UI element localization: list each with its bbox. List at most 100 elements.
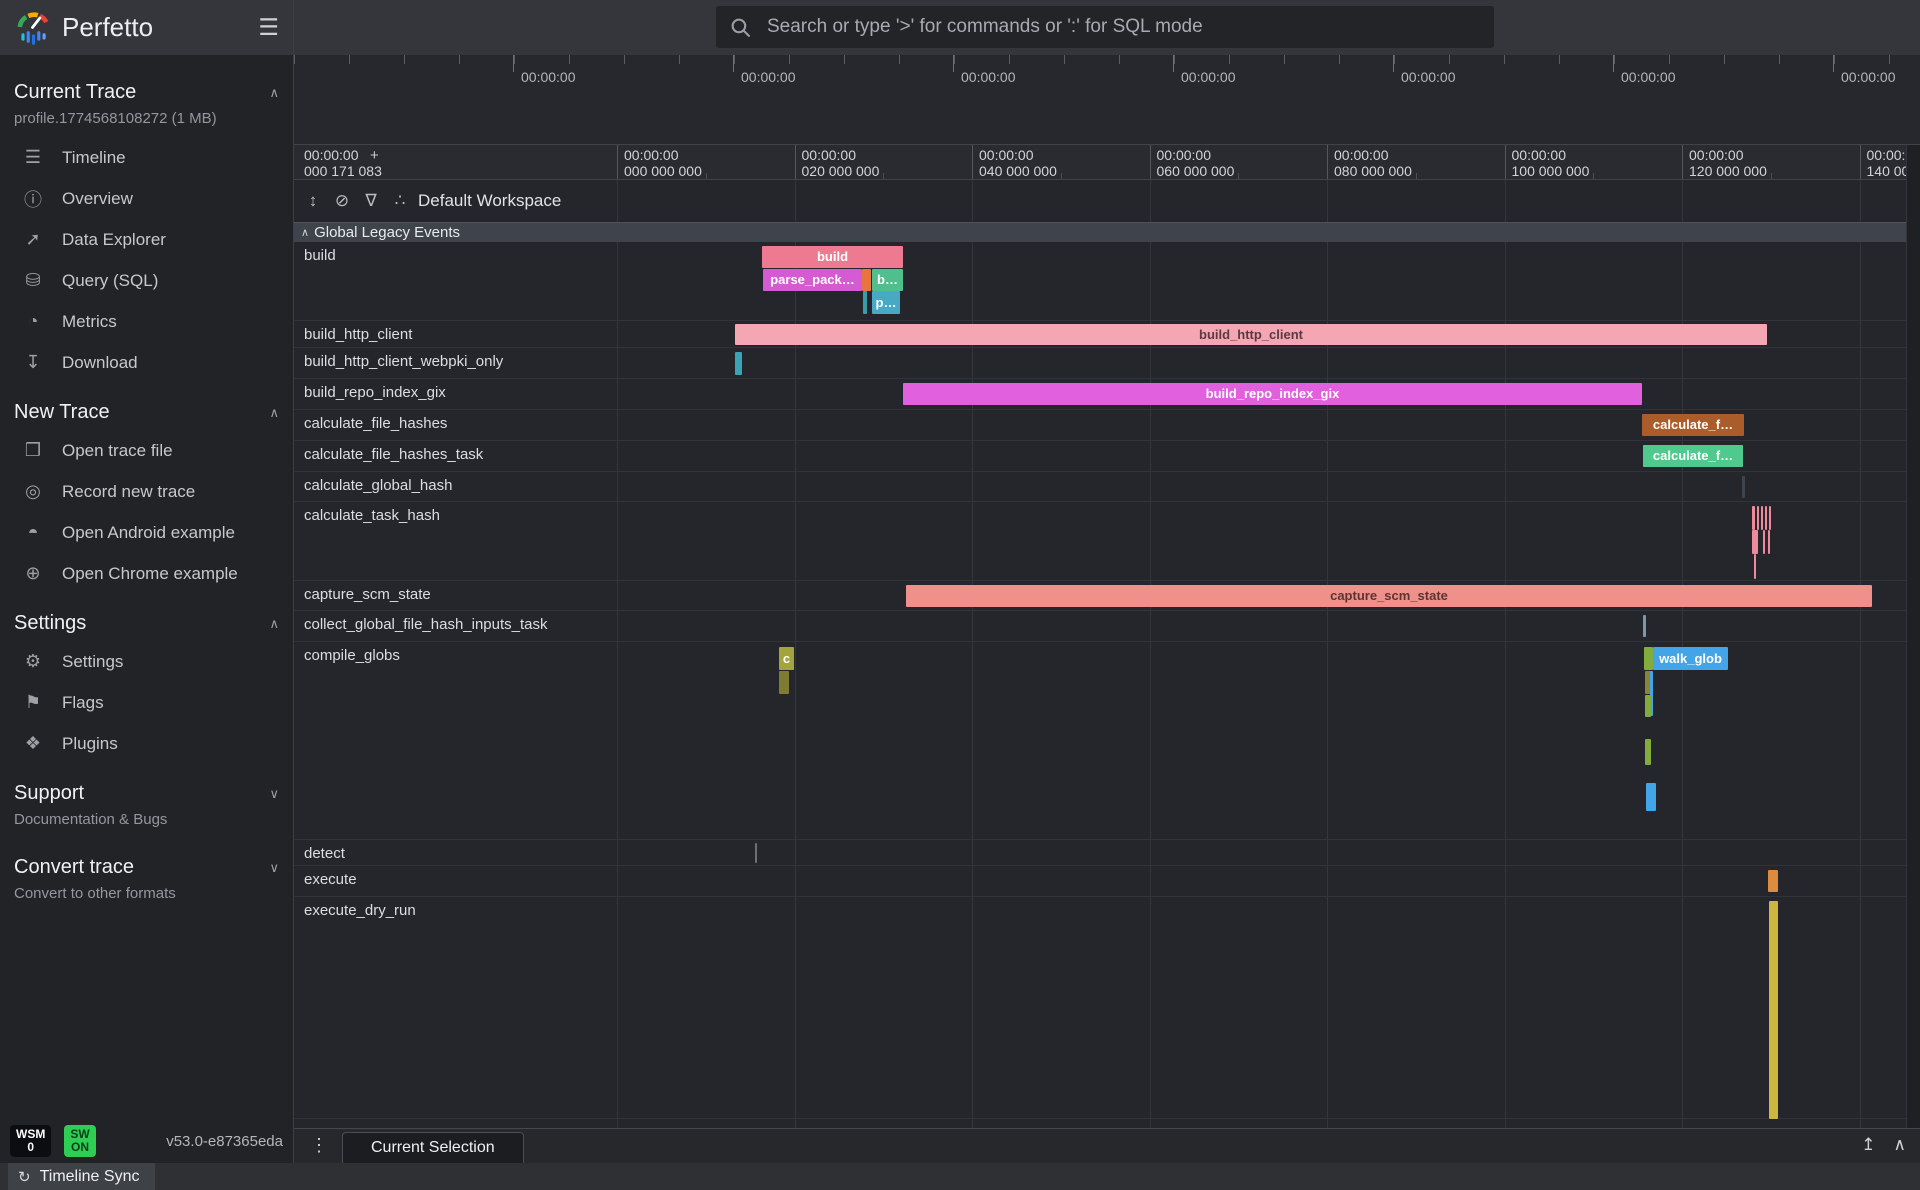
vertical-scrollbar[interactable] <box>1906 145 1920 1128</box>
slice-build_http_client[interactable]: build_http_client <box>735 324 1767 345</box>
plugin-icon: ❖ <box>20 733 46 754</box>
pin-panel-up-icon[interactable]: ↥ <box>1861 1135 1875 1155</box>
compress-tracks-icon[interactable]: ↕ <box>303 191 323 211</box>
wsm-badge[interactable]: WSM0 <box>10 1125 51 1157</box>
search-placeholder: Search or type '>' for commands or ':' f… <box>767 16 1203 38</box>
sidebar-item-open-android-example[interactable]: ◓ Open Android example <box>14 512 279 553</box>
sidebar-item-query-sql-[interactable]: ⛁ Query (SQL) <box>14 260 279 301</box>
slice[interactable] <box>1645 695 1651 717</box>
slice[interactable] <box>1644 647 1653 670</box>
track-row-build_http_client_webpki_only[interactable]: build_http_client_webpki_only <box>294 348 1906 379</box>
slice[interactable] <box>1754 554 1756 579</box>
metrics-gauge-icon: ◔ <box>20 311 46 332</box>
panel-menu-kebab-icon[interactable]: ⋮ <box>310 1135 328 1156</box>
slice[interactable] <box>863 291 867 314</box>
section-heading[interactable]: Convert trace ∨ <box>14 856 279 879</box>
sidebar-item-flags[interactable]: ⚑ Flags <box>14 682 279 723</box>
workspace-label[interactable]: Default Workspace <box>418 191 561 211</box>
track-row-compile_globs[interactable]: compile_globscwalk_glob <box>294 642 1906 840</box>
slice-build_repo_index_gix[interactable]: build_repo_index_gix <box>903 383 1642 405</box>
overview-minimap[interactable]: 00:00:0000:00:0000:00:0000:00:0000:00:00… <box>294 55 1920 145</box>
slice[interactable] <box>1763 530 1765 554</box>
zoom-plus-button[interactable]: + <box>370 147 379 164</box>
section-chevron-icon[interactable]: ∧ <box>269 405 279 421</box>
sidebar-item-open-chrome-example[interactable]: ⊕ Open Chrome example <box>14 553 279 594</box>
track-group-header[interactable]: ∧ Global Legacy Events <box>294 222 1920 242</box>
slice[interactable] <box>1752 506 1755 530</box>
sidebar-item-metrics[interactable]: ◔ Metrics <box>14 301 279 342</box>
sidebar-item-plugins[interactable]: ❖ Plugins <box>14 723 279 764</box>
slice[interactable] <box>1768 870 1778 892</box>
section-chevron-icon[interactable]: ∧ <box>269 616 279 632</box>
track-row-execute[interactable]: execute <box>294 866 1906 897</box>
slice[interactable] <box>779 671 789 694</box>
expand-panel-icon[interactable]: ∧ <box>1894 1135 1906 1155</box>
overview-info-icon: ⓘ <box>20 186 46 212</box>
sidebar-item-settings[interactable]: ⚙ Settings <box>14 641 279 682</box>
minimap-minor-tick <box>624 55 625 64</box>
sidebar-item-record-new-trace[interactable]: ◎ Record new trace <box>14 471 279 512</box>
slice[interactable] <box>1765 506 1767 530</box>
track-row-calculate_task_hash[interactable]: calculate_task_hash <box>294 502 1906 581</box>
minimap-minor-tick <box>404 55 405 64</box>
slice[interactable] <box>1752 530 1758 554</box>
slice-calculate_f[interactable]: calculate_f… <box>1642 414 1744 436</box>
workspace-icon[interactable]: ∴ <box>390 191 410 211</box>
sidebar-item-open-trace-file[interactable]: ❒ Open trace file <box>14 430 279 471</box>
slice[interactable] <box>1757 506 1759 530</box>
slice-p[interactable]: p… <box>872 291 900 314</box>
sidebar-item-data-explorer[interactable]: ➚ Data Explorer <box>14 219 279 260</box>
sidebar-item-timeline[interactable]: ☰ Timeline <box>14 137 279 178</box>
minimap-time-label: 00:00:00 <box>741 69 796 85</box>
slice-build[interactable]: build <box>762 246 903 268</box>
track-row-calculate_global_hash[interactable]: calculate_global_hash <box>294 472 1906 502</box>
track-row-execute_dry_run[interactable]: execute_dry_run <box>294 897 1906 1119</box>
slice-parse_pack[interactable]: parse_pack… <box>763 269 862 291</box>
sidebar-item-download[interactable]: ↧ Download <box>14 342 279 383</box>
sw-on-badge[interactable]: SWON <box>64 1125 95 1157</box>
section-chevron-icon[interactable]: ∧ <box>269 85 279 101</box>
track-row-build_http_client[interactable]: build_http_clientbuild_http_client <box>294 321 1906 348</box>
slice[interactable] <box>1646 783 1656 811</box>
track-row-capture_scm_state[interactable]: capture_scm_statecapture_scm_state <box>294 581 1906 611</box>
slice-b[interactable]: b… <box>872 269 903 291</box>
track-row-calculate_file_hashes[interactable]: calculate_file_hashescalculate_f… <box>294 410 1906 441</box>
track-row-detect[interactable]: detect <box>294 840 1906 866</box>
section-heading[interactable]: Settings ∧ <box>14 612 279 635</box>
timeline-sync-button[interactable]: ↻ Timeline Sync <box>8 1163 155 1190</box>
section-heading[interactable]: Support ∨ <box>14 782 279 805</box>
tab-current-selection[interactable]: Current Selection <box>342 1132 524 1163</box>
section-heading[interactable]: New Trace ∧ <box>14 401 279 424</box>
minimap-time-label: 00:00:00 <box>1401 69 1456 85</box>
track-row-calculate_file_hashes_task[interactable]: calculate_file_hashes_taskcalculate_f… <box>294 441 1906 472</box>
slice-c[interactable]: c <box>779 647 794 670</box>
sidebar-item-overview[interactable]: ⓘ Overview <box>14 178 279 219</box>
track-row-build[interactable]: buildbuildparse_pack…b…p… <box>294 242 1906 321</box>
slice[interactable] <box>1768 530 1770 554</box>
slice[interactable] <box>1645 739 1651 765</box>
search-input[interactable]: Search or type '>' for commands or ':' f… <box>716 6 1494 48</box>
section-chevron-icon[interactable]: ∨ <box>269 786 279 802</box>
slice[interactable] <box>1742 476 1745 498</box>
slice[interactable] <box>1643 615 1646 637</box>
sidebar-section: Current Trace ∧profile.1774568108272 (1 … <box>0 67 293 387</box>
slice[interactable] <box>735 352 742 375</box>
pin-disabled-icon[interactable]: ⊘ <box>332 191 352 211</box>
menu-hamburger-icon[interactable]: ☰ <box>258 14 279 41</box>
slice[interactable] <box>1769 506 1771 530</box>
slice[interactable] <box>755 843 757 863</box>
filter-icon[interactable]: ∇ <box>361 191 381 211</box>
slice[interactable] <box>1761 506 1763 530</box>
slice[interactable] <box>1769 901 1778 1119</box>
slice-walk_glob[interactable]: walk_glob <box>1653 647 1728 670</box>
section-chevron-icon[interactable]: ∨ <box>269 860 279 876</box>
minimap-minor-tick <box>1229 55 1230 64</box>
track-row-build_repo_index_gix[interactable]: build_repo_index_gixbuild_repo_index_gix <box>294 379 1906 410</box>
slice[interactable] <box>862 269 871 291</box>
slice-capture_scm_state[interactable]: capture_scm_state <box>906 585 1872 607</box>
slice-calculate_f[interactable]: calculate_f… <box>1643 445 1743 467</box>
collapse-group-icon[interactable]: ∧ <box>301 226 309 239</box>
section-heading[interactable]: Current Trace ∧ <box>14 81 279 104</box>
track-row-collect_global_file_hash_inputs_task[interactable]: collect_global_file_hash_inputs_task <box>294 611 1906 642</box>
track-area: buildbuildparse_pack…b…p…build_http_clie… <box>294 242 1906 1128</box>
